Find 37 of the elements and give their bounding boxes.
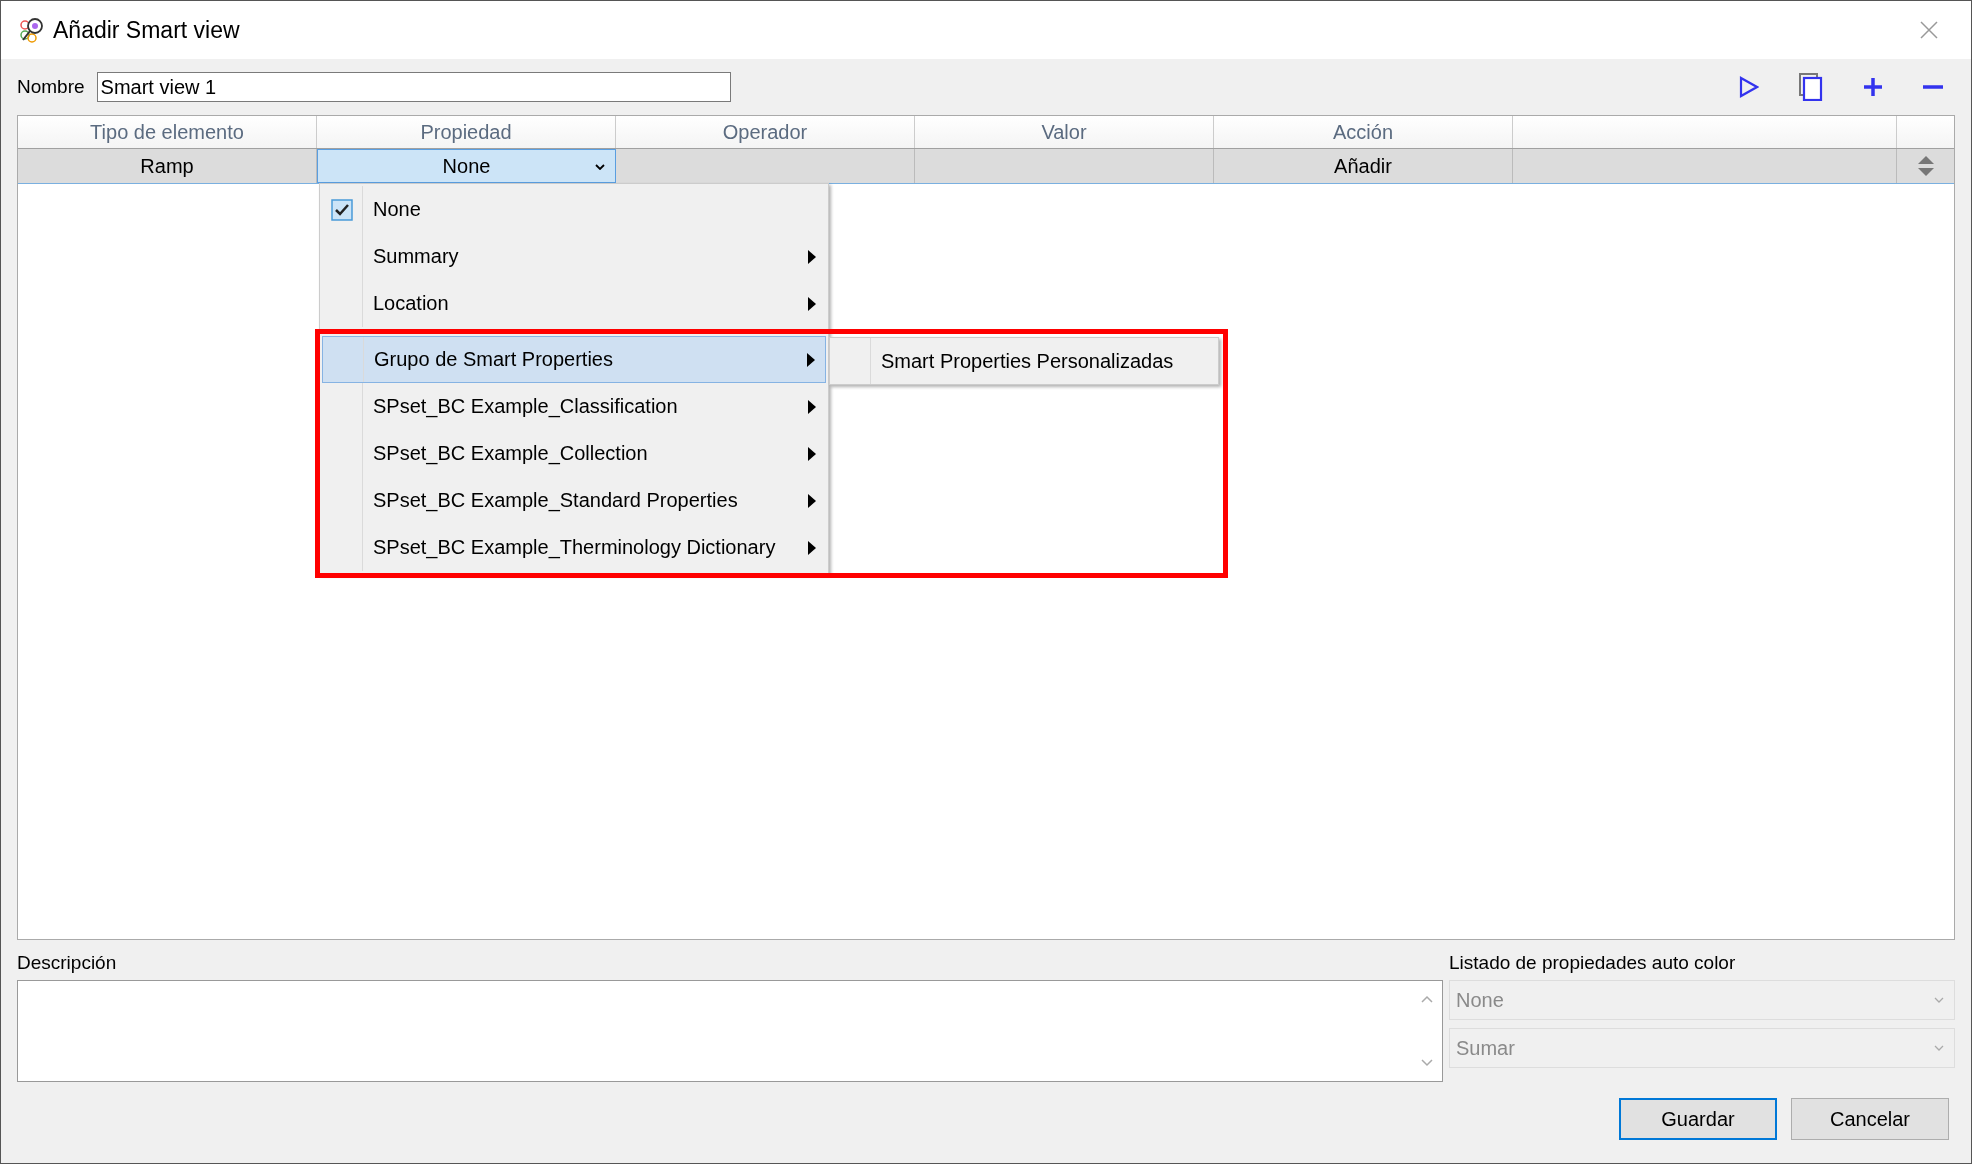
dialog-button[interactable]: Cancelar <box>1791 1098 1949 1140</box>
chevron-down-icon <box>1934 1045 1944 1051</box>
add-icon[interactable] <box>1863 77 1883 97</box>
scroll-up-icon[interactable] <box>1421 995 1433 1003</box>
close-icon[interactable] <box>1919 20 1939 40</box>
menu-item[interactable]: Smart Properties Personalizadas <box>830 338 1218 384</box>
description-field[interactable] <box>17 980 1443 1082</box>
sort-arrows-icon[interactable] <box>1916 155 1935 177</box>
name-field[interactable]: Smart view 1 <box>96 72 731 102</box>
scroll-down-icon[interactable] <box>1421 1059 1433 1067</box>
column-header[interactable]: Tipo de elemento <box>18 116 317 148</box>
menu-item[interactable]: SPset_BC Example_Classification <box>322 383 826 430</box>
play-icon[interactable] <box>1739 76 1759 98</box>
copy-icon[interactable] <box>1799 73 1823 101</box>
menu-item[interactable]: SPset_BC Example_Standard Properties <box>322 477 826 524</box>
menu-item[interactable]: SPset_BC Example_Therminology Dictionary <box>322 524 826 571</box>
column-header[interactable]: Operador <box>616 116 915 148</box>
column-header[interactable]: Propiedad <box>317 116 616 148</box>
table-row[interactable]: Ramp None Añadir <box>18 149 1954 184</box>
menu-item[interactable]: Grupo de Smart Properties <box>322 336 826 383</box>
menu-item[interactable]: Summary <box>322 233 826 280</box>
table-cell: Añadir <box>1214 149 1513 183</box>
column-header[interactable]: Acción <box>1214 116 1513 148</box>
dialog-button[interactable]: Guardar <box>1619 1098 1777 1140</box>
chevron-down-icon <box>1934 997 1944 1003</box>
remove-icon[interactable] <box>1923 84 1943 90</box>
menu-item[interactable]: None <box>322 186 826 233</box>
chevron-down-icon <box>595 164 605 170</box>
name-label: Nombre <box>17 76 85 98</box>
menu-item[interactable]: SPset_BC Example_Collection <box>322 430 826 477</box>
menu-item[interactable]: Location <box>322 280 826 327</box>
column-header[interactable]: Valor <box>915 116 1214 148</box>
property-dropdown[interactable]: None <box>317 149 616 183</box>
window-title: Añadir Smart view <box>53 16 240 44</box>
app-logo-icon <box>19 17 45 43</box>
description-label: Descripción <box>17 952 118 974</box>
auto-color-label: Listado de propiedades auto color <box>1449 952 1737 974</box>
